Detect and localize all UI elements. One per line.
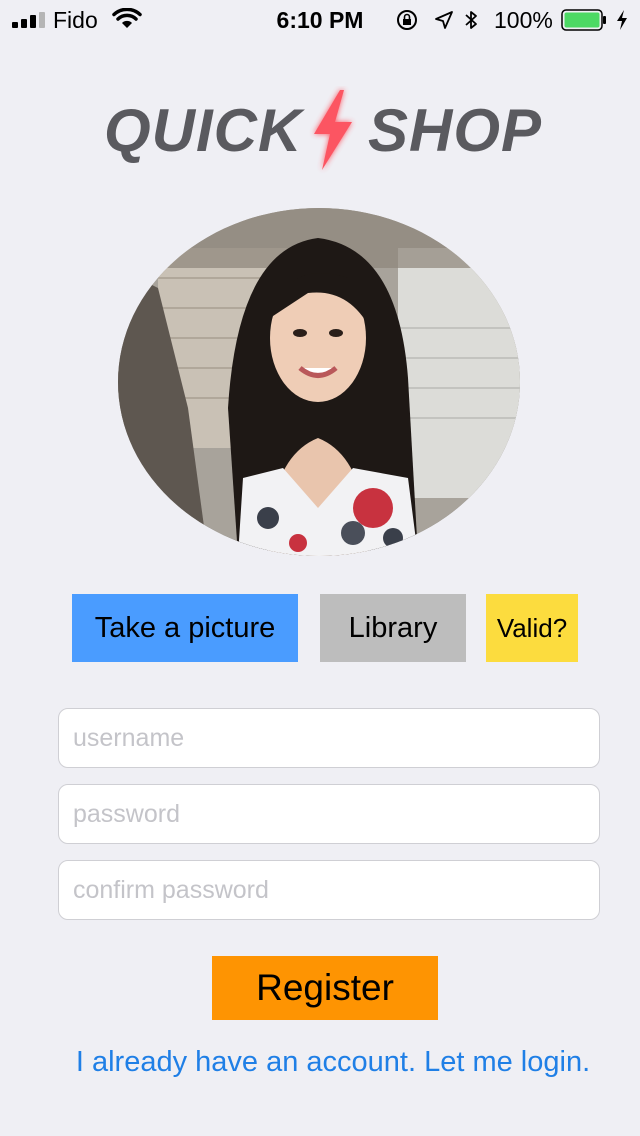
register-button[interactable]: Register <box>212 956 438 1020</box>
valid-button[interactable]: Valid? <box>486 594 578 662</box>
charging-bolt-icon <box>617 10 627 30</box>
status-bar: Fido 6:10 PM 100% <box>0 0 640 40</box>
take-picture-button[interactable]: Take a picture <box>72 594 298 662</box>
username-input[interactable] <box>58 708 600 768</box>
logo-text-left: QUICK <box>104 97 303 164</box>
logo-text-right: SHOP <box>368 97 543 164</box>
battery-percentage: 100% <box>494 7 553 33</box>
app-logo: QUICK SHOP <box>100 86 543 176</box>
status-icons <box>397 10 477 30</box>
profile-photo[interactable] <box>118 208 520 556</box>
battery-icon <box>561 9 606 31</box>
orientation-lock-icon <box>397 10 417 30</box>
lightning-bolt-icon <box>314 90 352 170</box>
profile-photo-image <box>118 208 520 556</box>
confirm-password-input[interactable] <box>58 860 600 920</box>
bluetooth-icon <box>465 11 477 29</box>
library-button[interactable]: Library <box>320 594 466 662</box>
password-input[interactable] <box>58 784 600 844</box>
location-arrow-icon <box>435 11 453 29</box>
login-link[interactable]: I already have an account. Let me login. <box>0 1046 640 1079</box>
